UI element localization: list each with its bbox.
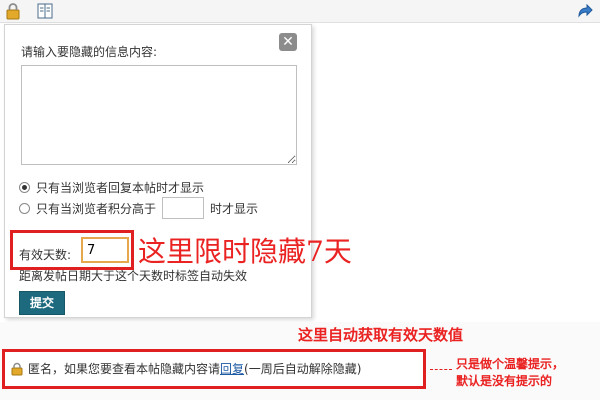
- option-credit-visible[interactable]: 只有当浏览者积分高于 时才显示: [19, 197, 258, 219]
- lock-icon[interactable]: [4, 2, 22, 20]
- hide-content-dialog: ✕ 请输入要隐藏的信息内容: 只有当浏览者回复本帖时才显示 只有当浏览者积分高于…: [4, 24, 312, 318]
- tip-line-2: 默认是没有提示的: [456, 374, 553, 388]
- submit-button[interactable]: 提交: [19, 291, 65, 315]
- days-annotation: 这里限时隐藏7天: [138, 235, 352, 268]
- tip-line-1: 只是做个温馨提示，: [456, 357, 565, 371]
- auto-days-annotation: 这里自动获取有效天数值: [298, 326, 464, 344]
- editor-toolbar: [0, 0, 600, 23]
- credit-option-label-after: 时才显示: [210, 201, 259, 216]
- credit-threshold-input[interactable]: [162, 197, 205, 219]
- reply-link[interactable]: 回复: [220, 360, 244, 377]
- option-reply-visible[interactable]: 只有当浏览者回复本帖时才显示: [19, 179, 204, 196]
- notice-prefix: 匿名，如果您要查看本帖隐藏内容请: [28, 362, 221, 376]
- share-arrow-icon[interactable]: [576, 2, 594, 20]
- close-button[interactable]: ✕: [279, 33, 297, 51]
- hidden-content-textarea[interactable]: [21, 65, 297, 165]
- annotation-connector: [430, 369, 452, 370]
- document-icon[interactable]: [36, 2, 54, 20]
- credit-option-label-before: 只有当浏览者积分高于: [36, 201, 157, 216]
- days-highlight-box: [10, 230, 134, 270]
- tip-annotation: 只是做个温馨提示， 默认是没有提示的: [456, 356, 564, 390]
- reply-option-label: 只有当浏览者回复本帖时才显示: [36, 181, 205, 195]
- lock-icon: [11, 362, 23, 375]
- notice-suffix: (一周后自动解除隐藏): [244, 362, 362, 376]
- content-prompt-label: 请输入要隐藏的信息内容:: [21, 45, 158, 59]
- credit-radio[interactable]: [19, 202, 30, 214]
- reply-radio[interactable]: [19, 182, 30, 193]
- hidden-content-notice: 匿名，如果您要查看本帖隐藏内容请 回复 (一周后自动解除隐藏): [10, 360, 361, 377]
